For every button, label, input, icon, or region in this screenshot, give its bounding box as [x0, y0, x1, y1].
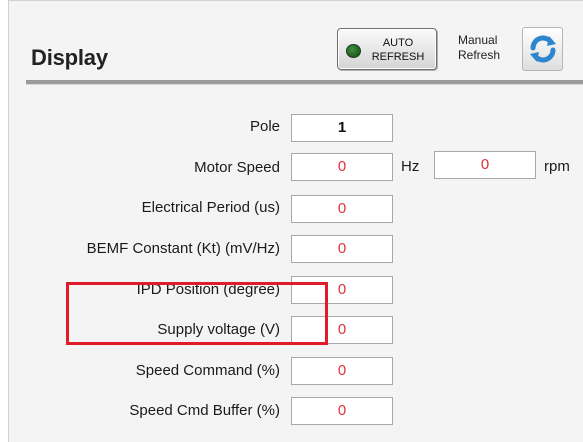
manual-refresh-button[interactable] [522, 27, 563, 71]
pole-value: 1 [291, 114, 393, 142]
manual-refresh-label: Manual Refresh [458, 33, 500, 63]
status-led-icon [346, 44, 361, 58]
bemf-constant-value: 0 [291, 235, 393, 263]
motor-speed-rpm-unit: rpm [544, 158, 570, 175]
auto-refresh-line1: AUTO [382, 37, 414, 49]
speed-command-value: 0 [291, 357, 393, 385]
pole-label: Pole [249, 118, 280, 135]
refresh-icon [530, 35, 556, 63]
motor-speed-hz-unit: Hz [401, 158, 420, 175]
header-divider [26, 80, 583, 85]
speed-cmd-buffer-value: 0 [291, 397, 393, 425]
panel-title: Display [31, 45, 108, 70]
electrical-period-value: 0 [291, 195, 393, 223]
auto-refresh-button[interactable]: AUTO REFRESH [337, 28, 437, 70]
speed-command-label: Speed Command (%) [135, 362, 280, 379]
highlight-box [66, 282, 328, 345]
manual-refresh-line2: Refresh [458, 48, 501, 62]
speed-cmd-buffer-label: Speed Cmd Buffer (%) [129, 402, 280, 419]
motor-speed-rpm-value: 0 [434, 151, 536, 179]
manual-refresh-line1: Manual [458, 33, 498, 47]
auto-refresh-line2: REFRESH [371, 51, 425, 63]
motor-speed-label: Motor Speed [194, 159, 280, 176]
bemf-constant-label: BEMF Constant (Kt) (mV/Hz) [86, 240, 280, 257]
motor-speed-hz-value: 0 [291, 153, 393, 181]
electrical-period-label: Electrical Period (us) [141, 199, 280, 216]
